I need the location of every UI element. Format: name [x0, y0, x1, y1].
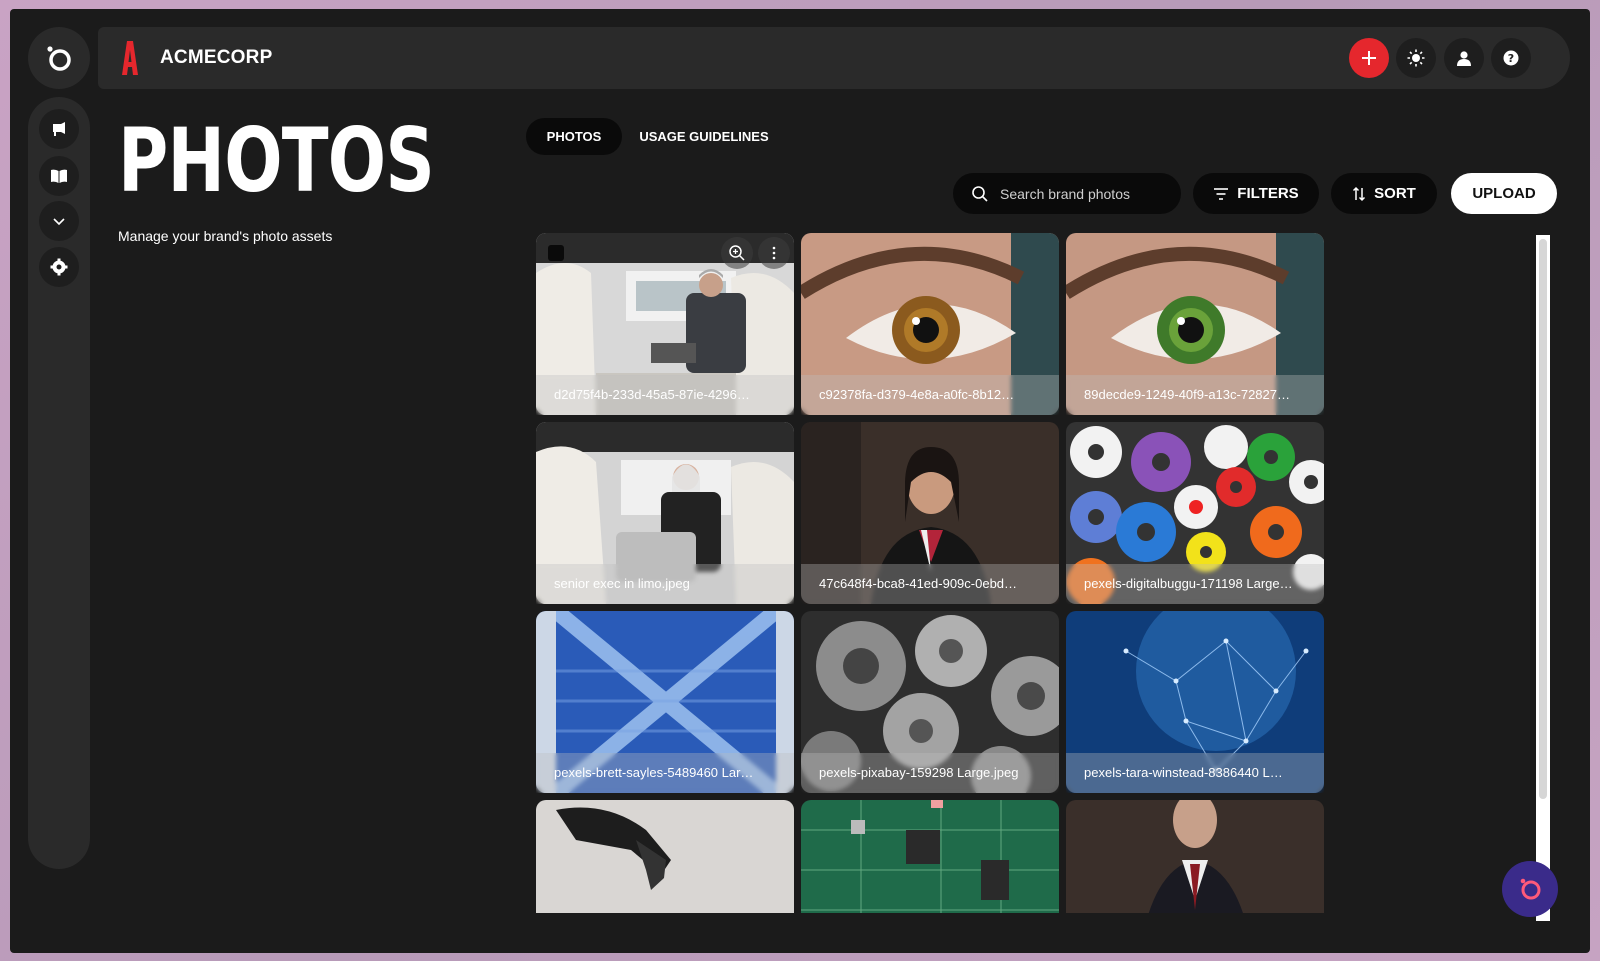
- theme-toggle-button[interactable]: [1396, 38, 1436, 78]
- sort-button[interactable]: SORT: [1331, 173, 1437, 214]
- zoom-in-icon: [729, 245, 745, 261]
- more-options-button[interactable]: [758, 237, 790, 269]
- filters-label: FILTERS: [1237, 185, 1299, 202]
- page-title: PHOTOS: [118, 109, 435, 212]
- app-window: ACMECORP ? PHOTOS Manage your brand's ph…: [10, 9, 1590, 953]
- more-vertical-icon: [772, 246, 776, 260]
- photo-card[interactable]: [536, 800, 794, 913]
- search-input[interactable]: [1000, 185, 1150, 202]
- filters-button[interactable]: FILTERS: [1193, 173, 1319, 214]
- photo-card[interactable]: pexels-tara-winstead-8386440 L…: [1066, 611, 1324, 793]
- photo-filename: pexels-digitalbuggu-171198 Large…: [1066, 564, 1324, 604]
- assistant-icon: [1520, 878, 1541, 900]
- plus-icon: [1362, 51, 1376, 65]
- photo-card[interactable]: 89decde9-1249-40f9-a13c-72827…: [1066, 233, 1324, 415]
- sidebar-item-campaigns[interactable]: [39, 109, 79, 149]
- sidebar-item-settings[interactable]: [39, 247, 79, 287]
- sun-icon: [1407, 49, 1425, 67]
- tab-photos[interactable]: PHOTOS: [526, 118, 622, 155]
- photo-thumbnail: [536, 800, 794, 913]
- megaphone-icon: [53, 122, 65, 136]
- photo-filename: senior exec in limo.jpeg: [536, 564, 794, 604]
- filter-icon: [1214, 187, 1229, 200]
- search-icon: [972, 185, 988, 202]
- photo-thumbnail: [1066, 800, 1324, 913]
- photo-filename: 47c648f4-bca8-41ed-909c-0ebd…: [801, 564, 1059, 604]
- book-icon: [51, 169, 67, 183]
- sidebar-item-guidelines[interactable]: [39, 156, 79, 196]
- user-icon: [1457, 51, 1471, 66]
- help-icon: ?: [1503, 50, 1519, 66]
- svg-text:?: ?: [1508, 52, 1514, 65]
- photo-filename: d2d75f4b-233d-45a5-87ie-4296…: [536, 375, 794, 415]
- user-button[interactable]: [1444, 38, 1484, 78]
- photo-card[interactable]: 47c648f4-bca8-41ed-909c-0ebd…: [801, 422, 1059, 604]
- photo-thumbnail: [801, 800, 1059, 913]
- photo-card[interactable]: [1066, 800, 1324, 913]
- app-logo-icon: [47, 46, 71, 71]
- zoom-button[interactable]: [721, 237, 753, 269]
- sidebar-item-expand[interactable]: [39, 201, 79, 241]
- select-checkbox[interactable]: [548, 245, 564, 261]
- sort-icon: [1353, 186, 1366, 201]
- photo-card[interactable]: senior exec in limo.jpeg: [536, 422, 794, 604]
- sidebar: [28, 97, 90, 869]
- photo-filename: pexels-pixabay-159298 Large.jpeg: [801, 753, 1059, 793]
- photo-card[interactable]: c92378fa-d379-4e8a-a0fc-8b12…: [801, 233, 1059, 415]
- brand-name: ACMECORP: [160, 47, 273, 68]
- gear-icon: [50, 258, 68, 276]
- grid-scrollbar[interactable]: [1536, 235, 1550, 921]
- top-bar: ACMECORP ?: [98, 27, 1570, 89]
- add-button[interactable]: [1349, 38, 1389, 78]
- assistant-button[interactable]: [1502, 861, 1558, 917]
- help-button[interactable]: ?: [1491, 38, 1531, 78]
- upload-button[interactable]: UPLOAD: [1451, 173, 1557, 214]
- page-subtitle: Manage your brand's photo assets: [118, 228, 333, 244]
- photo-card[interactable]: [801, 800, 1059, 913]
- tab-usage-guidelines[interactable]: USAGE GUIDELINES: [630, 118, 778, 155]
- photo-filename: 89decde9-1249-40f9-a13c-72827…: [1066, 375, 1324, 415]
- photo-card[interactable]: pexels-digitalbuggu-171198 Large…: [1066, 422, 1324, 604]
- photo-card[interactable]: pexels-pixabay-159298 Large.jpeg: [801, 611, 1059, 793]
- photo-card[interactable]: pexels-brett-sayles-5489460 Lar…: [536, 611, 794, 793]
- sort-label: SORT: [1374, 185, 1416, 202]
- photo-card[interactable]: d2d75f4b-233d-45a5-87ie-4296…: [536, 233, 794, 415]
- photo-grid: d2d75f4b-233d-45a5-87ie-4296… c92378fa-d…: [536, 233, 1326, 913]
- app-logo-button[interactable]: [28, 27, 90, 89]
- photo-filename: pexels-brett-sayles-5489460 Lar…: [536, 753, 794, 793]
- photo-filename: pexels-tara-winstead-8386440 L…: [1066, 753, 1324, 793]
- brand-logo: [122, 41, 138, 75]
- chevron-down-icon: [53, 218, 65, 226]
- scrollbar-thumb[interactable]: [1539, 239, 1547, 799]
- search-box: [953, 173, 1181, 214]
- photo-filename: c92378fa-d379-4e8a-a0fc-8b12…: [801, 375, 1059, 415]
